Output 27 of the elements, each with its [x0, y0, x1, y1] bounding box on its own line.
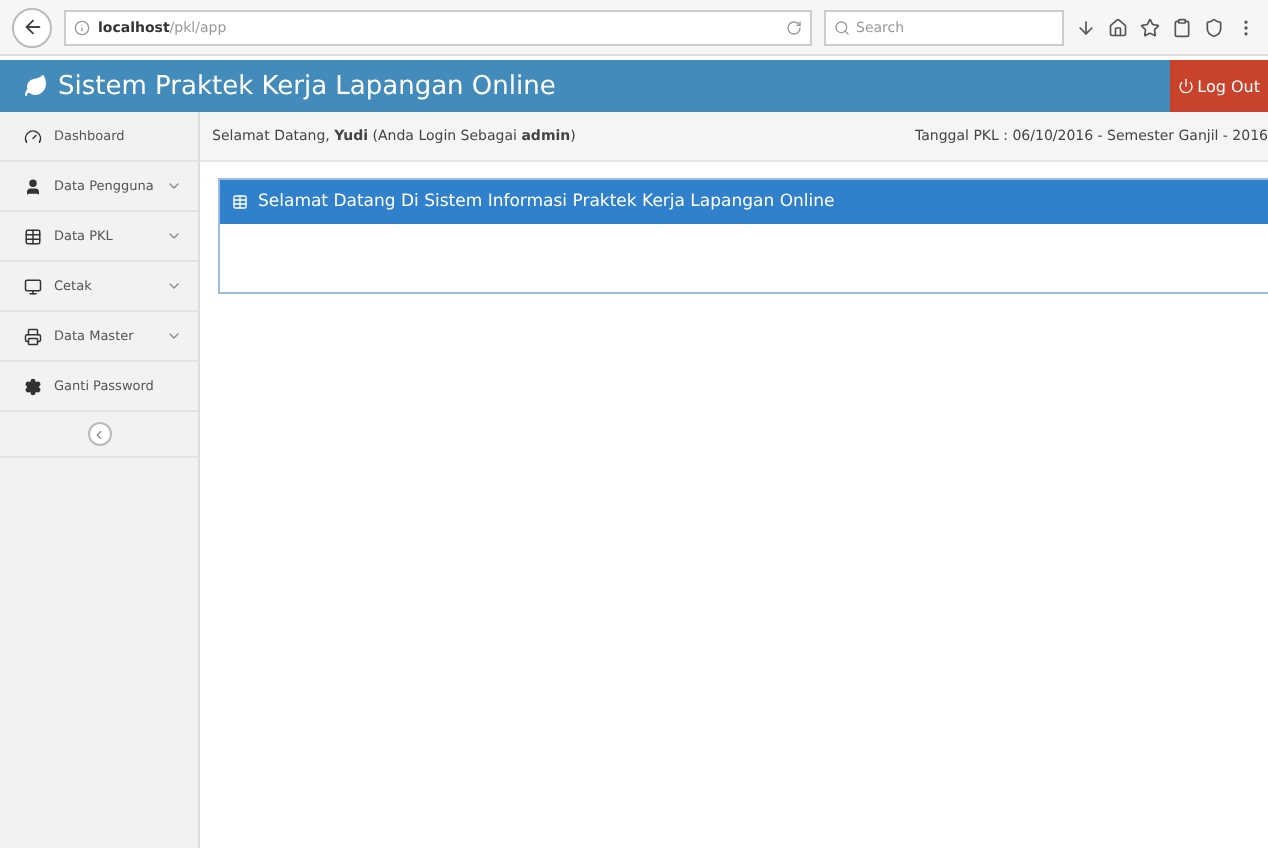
info-icon	[74, 19, 90, 35]
reload-icon[interactable]	[786, 19, 802, 35]
chevron-icon	[166, 328, 182, 344]
app-title: Sistem Praktek Kerja Lapangan Online	[58, 71, 556, 101]
leaf-icon	[24, 74, 48, 98]
back-button[interactable]	[12, 7, 52, 47]
download-icon[interactable]	[1076, 17, 1096, 37]
shield-icon[interactable]	[1204, 17, 1224, 37]
chevron-icon	[166, 178, 182, 194]
panel-title: Selamat Datang Di Sistem Informasi Praktek Kerja Lapangan Online	[258, 192, 835, 212]
star-icon[interactable]	[1140, 17, 1160, 37]
table-icon	[24, 227, 42, 245]
monitor-icon	[24, 277, 42, 295]
chevron-icon	[166, 228, 182, 244]
logout-button[interactable]: Log Out	[1169, 60, 1268, 112]
gauge-icon	[24, 127, 42, 145]
search-icon	[834, 19, 850, 35]
table-icon	[232, 194, 248, 210]
chevron-left-icon	[92, 427, 106, 441]
home-icon[interactable]	[1108, 17, 1128, 37]
arrow-left-icon	[21, 16, 43, 38]
power-icon	[1177, 78, 1194, 94]
clipboard-icon[interactable]	[1172, 17, 1192, 37]
user-icon	[24, 177, 42, 195]
printer-icon	[24, 327, 42, 345]
chevron-icon	[166, 278, 182, 294]
gear-icon	[24, 377, 42, 395]
